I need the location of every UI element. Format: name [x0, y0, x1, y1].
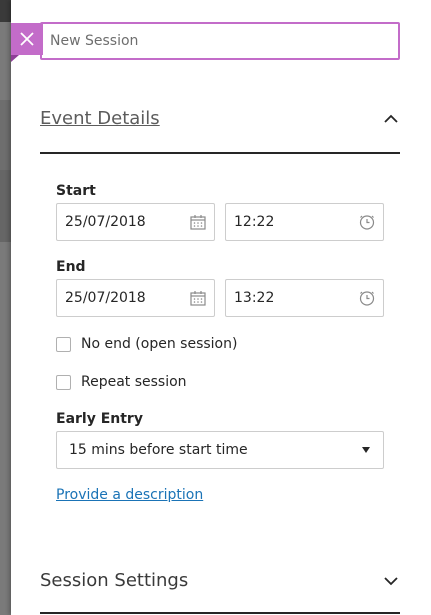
background-strip [0, 170, 11, 242]
chevron-down-icon[interactable] [382, 572, 400, 590]
session-settings-title[interactable]: Session Settings [40, 570, 188, 591]
dropdown-arrow-icon [362, 447, 370, 453]
end-label: End [56, 259, 86, 275]
early-entry-select[interactable]: 15 mins before start time [56, 431, 384, 469]
clock-icon[interactable] [359, 290, 375, 306]
early-entry-value: 15 mins before start time [69, 442, 248, 458]
section-divider [40, 152, 400, 154]
close-icon [20, 32, 34, 46]
close-button[interactable] [11, 23, 43, 62]
end-date-value: 25/07/2018 [65, 290, 146, 306]
start-date-field[interactable]: 25/07/2018 [56, 203, 215, 241]
start-date-value: 25/07/2018 [65, 214, 146, 230]
no-end-label[interactable]: No end (open session) [81, 336, 237, 352]
end-time-value: 13:22 [234, 290, 275, 306]
provide-description-link[interactable]: Provide a description [56, 487, 203, 503]
clock-icon[interactable] [359, 214, 375, 230]
end-date-field[interactable]: 25/07/2018 [56, 279, 215, 317]
end-time-field[interactable]: 13:22 [225, 279, 384, 317]
session-name-input[interactable] [40, 22, 400, 60]
background-strip [0, 100, 11, 170]
early-entry-label: Early Entry [56, 411, 143, 427]
repeat-checkbox[interactable] [56, 374, 71, 390]
chevron-up-icon[interactable] [382, 110, 400, 128]
no-end-option[interactable]: No end (open session) [56, 336, 237, 352]
start-time-value: 12:22 [234, 214, 275, 230]
start-time-field[interactable]: 12:22 [225, 203, 384, 241]
calendar-icon[interactable] [190, 214, 206, 230]
session-settings-header[interactable]: Session Settings [40, 570, 400, 591]
repeat-option[interactable]: Repeat session [56, 374, 187, 390]
repeat-label[interactable]: Repeat session [81, 374, 187, 390]
section-divider [40, 612, 400, 614]
calendar-icon[interactable] [190, 290, 206, 306]
event-details-title[interactable]: Event Details [40, 108, 160, 129]
no-end-checkbox[interactable] [56, 336, 71, 352]
event-details-header[interactable]: Event Details [40, 108, 400, 129]
background-strip [0, 0, 11, 22]
start-label: Start [56, 183, 96, 199]
background-page [0, 0, 11, 615]
